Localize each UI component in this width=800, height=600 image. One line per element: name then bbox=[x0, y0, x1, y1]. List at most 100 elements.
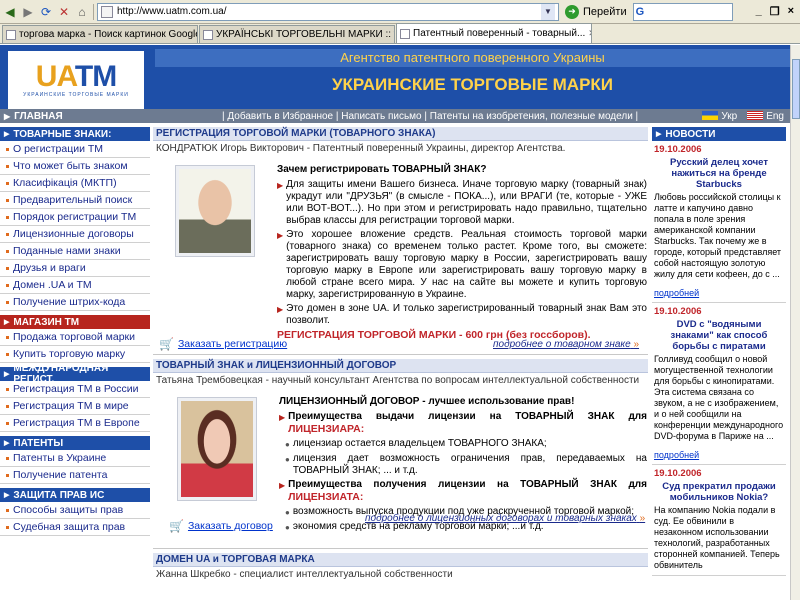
chevron-down-icon[interactable]: ▼ bbox=[541, 3, 555, 20]
bullet-icon bbox=[6, 456, 9, 460]
stop-icon[interactable]: ✕ bbox=[56, 4, 72, 20]
news-title[interactable]: Суд прекратил продажи мобильников Nokia? bbox=[654, 481, 784, 503]
sidebar-header: ▶ ПАТЕНТЫ bbox=[0, 436, 150, 450]
sidebar-item[interactable]: Порядок регистрации ТМ bbox=[0, 209, 150, 226]
window-controls: _ ❐ × bbox=[756, 5, 798, 18]
news-more-link[interactable]: подробней bbox=[654, 450, 784, 460]
lang-en[interactable]: Eng bbox=[747, 111, 784, 122]
bullet-2: ▶ Это хорошее вложение средств. Реальная … bbox=[277, 229, 647, 300]
restore-button[interactable]: ❐ bbox=[770, 5, 780, 18]
news-date: 19.10.2006 bbox=[654, 306, 702, 317]
news-header: ▶ НОВОСТИ bbox=[652, 127, 786, 141]
top-nav: ▶ ГЛАВНАЯ | Добавить в Избранное | Написа… bbox=[0, 109, 790, 123]
order-contract-link[interactable]: Заказать договор bbox=[188, 520, 273, 532]
section-header: РЕГИСТРАЦИЯ ТОРГОВОЙ МАРКИ (ТОВАРНОГО ЗН… bbox=[153, 127, 648, 141]
sidebar-item[interactable]: Класифікація (МКТП) bbox=[0, 175, 150, 192]
news-text: На компанию Nokia подали в суд. Ее обвин… bbox=[654, 505, 780, 570]
order-registration-link[interactable]: Заказать регистрацию bbox=[178, 338, 287, 350]
sidebar-header: ▶ ТОВАРНЫЕ ЗНАКИ: bbox=[0, 127, 150, 141]
bullet-icon bbox=[6, 164, 9, 168]
ukraine-flag-icon bbox=[702, 111, 719, 121]
home-link[interactable]: ▶ ГЛАВНАЯ bbox=[0, 111, 152, 122]
arrow-icon: ▶ bbox=[4, 111, 11, 121]
tab-patent-attorney[interactable]: Патентный поверенный - товарный... ✕ bbox=[396, 23, 592, 43]
section-domain: ДОМЕН UA и ТОРГОВАЯ МАРКА Жанна Шкребко -… bbox=[153, 553, 648, 582]
bullet-icon bbox=[6, 387, 9, 391]
news-list: 19.10.2006 Русский делец хочет нажиться н… bbox=[652, 141, 786, 576]
news-item: 19.10.2006 DVD с "водяными знаками" как с… bbox=[652, 303, 786, 465]
news-item: 19.10.2006 Суд прекратил продажи мобильни… bbox=[652, 465, 786, 576]
sidebar-item[interactable]: Друзья и враги bbox=[0, 260, 150, 277]
language-switch: Укр Eng bbox=[702, 111, 790, 122]
logo-mark: UATM bbox=[35, 60, 117, 93]
sidebar-header: ▶ МЕЖДУНАРОДНАЯ РЕГИСТ. bbox=[0, 363, 150, 385]
section-header: ТОВАРНЫЙ ЗНАК и ЛИЦЕНЗИОННЫЙ ДОГОВОР bbox=[153, 359, 648, 373]
licensor-item: ● лицензия дает возможность ограничения п… bbox=[285, 453, 647, 476]
arrow-icon: ▶ bbox=[4, 440, 10, 447]
tab-label: торгова марка - Поиск картинок Google bbox=[19, 29, 198, 40]
bullet-icon bbox=[6, 283, 9, 287]
sidebar-header: ▶ МАГАЗИН ТМ bbox=[0, 315, 150, 329]
tab-ukr-marks[interactable]: УКРАЇНСЬКІ ТОРГОВЕЛЬНІ МАРКИ :: торг... bbox=[199, 25, 395, 43]
news-more-link[interactable]: подробней bbox=[654, 288, 784, 298]
scroll-thumb[interactable] bbox=[792, 59, 800, 119]
sidebar-item[interactable]: Лицензионные договоры bbox=[0, 226, 150, 243]
sidebar-item[interactable]: Предварительный поиск bbox=[0, 192, 150, 209]
sidebar-item[interactable]: Регистрация ТМ в мире bbox=[0, 398, 150, 415]
sidebar-item[interactable]: Продажа торговой марки bbox=[0, 329, 150, 346]
bullet-3: ▶ Это домен в зоне UA. И только зарегистр… bbox=[277, 303, 647, 326]
lang-ua[interactable]: Укр bbox=[702, 111, 737, 122]
order-contract[interactable]: 🛒 Заказать договор bbox=[169, 519, 273, 533]
sidebar-item[interactable]: Домен .UA и ТМ bbox=[0, 277, 150, 294]
arrow-icon: ▶ bbox=[4, 131, 10, 138]
close-tab-icon[interactable]: ✕ bbox=[588, 28, 591, 39]
bullet-icon bbox=[6, 147, 9, 151]
agency-title: Агентство патентного поверенного Украины bbox=[155, 49, 790, 67]
page-scrollbar[interactable] bbox=[790, 45, 800, 600]
close-button[interactable]: × bbox=[788, 5, 794, 18]
sidebar-item[interactable]: Получение штрих-кода bbox=[0, 294, 150, 311]
sidebar-item[interactable]: Патенты в Украине bbox=[0, 450, 150, 467]
toolbar-separator bbox=[93, 3, 94, 20]
address-url[interactable]: http://www.uatm.com.ua/ bbox=[117, 6, 537, 17]
forward-icon[interactable]: ▶ bbox=[20, 4, 36, 20]
bullet-icon bbox=[6, 266, 9, 270]
bullet-icon bbox=[6, 198, 9, 202]
sidebar-item[interactable]: Регистрация ТМ в России bbox=[0, 381, 150, 398]
registration-text: Зачем регистрировать ТОВАРНЫЙ ЗНАК? ▶ Для… bbox=[277, 164, 647, 341]
news-title[interactable]: DVD с "водяными знаками" как способ борь… bbox=[654, 319, 784, 352]
sidebar-item[interactable]: О регистрации ТМ bbox=[0, 141, 150, 158]
go-label: Перейти bbox=[583, 5, 627, 18]
sidebar-item[interactable]: Поданные нами знаки bbox=[0, 243, 150, 260]
sidebar-item[interactable]: Купить торговую марку bbox=[0, 346, 150, 363]
news-title[interactable]: Русский делец хочет нажиться на бренде S… bbox=[654, 157, 784, 190]
address-bar[interactable]: http://www.uatm.com.ua/ ▼ bbox=[97, 2, 559, 21]
sidebar-item[interactable]: Способы защиты прав bbox=[0, 502, 150, 519]
go-button[interactable]: ➜ Перейти bbox=[561, 4, 631, 19]
section-registration: РЕГИСТРАЦИЯ ТОРГОВОЙ МАРКИ (ТОВАРНОГО ЗН… bbox=[153, 127, 648, 355]
licensee-group: ▶ Преимущества получения лицензии на ТОВА… bbox=[279, 479, 647, 503]
tab-strip: торгова марка - Поиск картинок Google УК… bbox=[0, 23, 800, 44]
refresh-icon[interactable]: ⟳ bbox=[38, 4, 54, 20]
google-search-box[interactable]: G bbox=[632, 2, 733, 21]
arrow-icon: ▶ bbox=[4, 492, 10, 499]
more-about-tm-link[interactable]: подробнее о товарном знаке » bbox=[493, 339, 639, 350]
tab-google-images[interactable]: торгова марка - Поиск картинок Google bbox=[2, 25, 198, 43]
news-sidebar: ▶ НОВОСТИ 19.10.2006 Русский делец хочет н… bbox=[652, 127, 786, 600]
section-byline: Татьяна Трембовецкая - научный консульта… bbox=[156, 375, 640, 386]
news-text: Любовь российской столицы к латте и капу… bbox=[654, 192, 782, 279]
sidebar-item[interactable]: Получение патента bbox=[0, 467, 150, 484]
minimize-button[interactable]: _ bbox=[756, 5, 762, 18]
home-icon[interactable]: ⌂ bbox=[74, 4, 90, 20]
bullet-icon bbox=[6, 215, 9, 219]
order-registration[interactable]: 🛒 Заказать регистрацию bbox=[159, 337, 287, 351]
site-banner: UATM УКРАИНСКИЕ ТОРГОВЫЕ МАРКИ Агентство… bbox=[0, 45, 790, 109]
site-logo[interactable]: UATM УКРАИНСКИЕ ТОРГОВЫЕ МАРКИ bbox=[8, 51, 144, 109]
more-about-license-link[interactable]: подробнее о лицензионных договорах и тов… bbox=[365, 513, 645, 524]
sidebar-item[interactable]: Судебная защита прав bbox=[0, 519, 150, 536]
sidebar-item[interactable]: Что может быть знаком bbox=[0, 158, 150, 175]
top-nav-links[interactable]: | Добавить в Избранное | Написать письмо… bbox=[152, 111, 702, 122]
bullet-icon bbox=[6, 249, 9, 253]
sidebar-item[interactable]: Регистрация ТМ в Европе bbox=[0, 415, 150, 432]
back-icon[interactable]: ◀ bbox=[2, 4, 18, 20]
